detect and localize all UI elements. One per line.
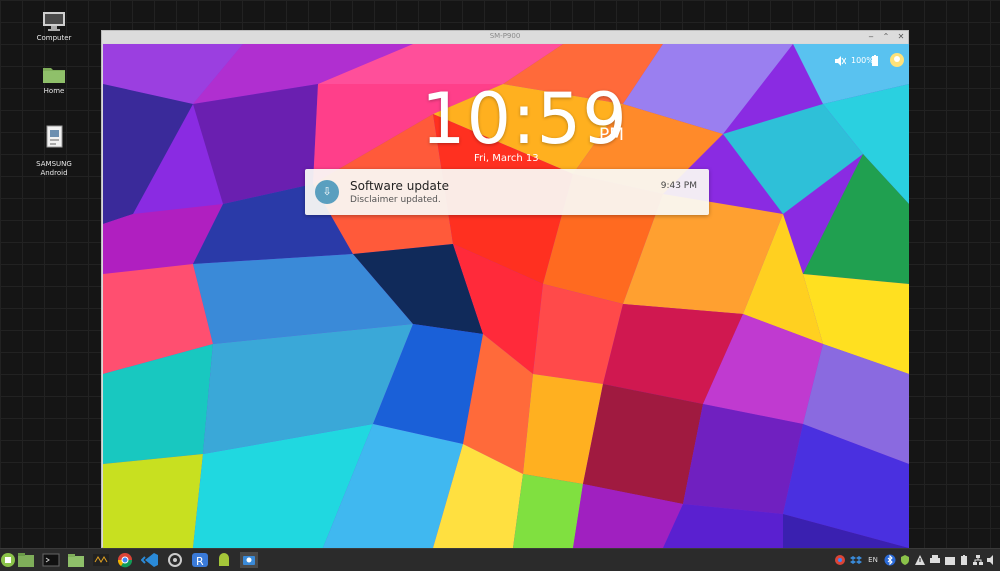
lockscreen-ampm: PM [599, 125, 624, 145]
desktop-icon-home[interactable]: Home [19, 63, 89, 96]
close-button[interactable]: ✕ [896, 32, 906, 42]
printer-icon[interactable] [929, 554, 941, 566]
bluetooth-icon[interactable] [884, 554, 896, 566]
user-avatar-icon[interactable] [890, 52, 904, 70]
keyboard-layout[interactable]: EN [866, 554, 880, 566]
battery-percent: 100% [851, 56, 874, 65]
taskbar: R EN [0, 548, 1000, 571]
maximize-button[interactable]: ⌃ [881, 32, 891, 42]
desktop-icon-label: Home [43, 87, 65, 95]
shield-icon[interactable] [899, 554, 911, 566]
window-title: SM-P900 [489, 32, 521, 40]
folder-icon [43, 68, 65, 83]
volume-icon[interactable] [986, 554, 998, 566]
wireshark-icon[interactable] [92, 552, 110, 568]
desktop-icon-samsung-android[interactable]: SAMSUNG Android [19, 116, 89, 178]
svg-text:R: R [196, 555, 204, 568]
lockscreen-date: Fri, March 13 [474, 153, 539, 164]
files-icon[interactable] [17, 552, 35, 568]
r-icon[interactable]: R [191, 552, 209, 568]
emulator-window[interactable]: SM-P900 ‒ ⌃ ✕ 100% 10:59 PM Fri, March 1… [101, 30, 909, 548]
chrome-icon[interactable] [116, 552, 134, 568]
network-icon[interactable] [972, 554, 984, 566]
folder-icon[interactable] [944, 554, 956, 566]
battery-icon[interactable] [958, 554, 970, 566]
update-icon: ⇩ [315, 180, 339, 204]
notification-title: Software update [350, 179, 449, 193]
document-icon [46, 125, 63, 148]
lockscreen-clock: 10:59 [421, 78, 628, 160]
settings-icon[interactable] [166, 552, 184, 568]
chrome-icon[interactable] [834, 554, 846, 566]
dropbox-icon[interactable] [850, 554, 862, 566]
window-titlebar[interactable]: SM-P900 ‒ ⌃ ✕ [102, 31, 908, 43]
warning-icon[interactable] [914, 554, 926, 566]
vscode-icon[interactable] [141, 552, 159, 568]
device-screen[interactable]: 100% 10:59 PM Fri, March 13 ⇩ Software u… [103, 44, 909, 548]
screenshot-icon[interactable] [240, 552, 258, 568]
notification-time: 9:43 PM [660, 181, 697, 191]
notification-text: Disclaimer updated. [350, 195, 441, 205]
desktop-icon-label: SAMSUNG Android [36, 160, 72, 177]
desktop-icon-computer[interactable]: Computer [19, 10, 89, 43]
folder-icon[interactable] [67, 552, 85, 568]
minimize-button[interactable]: ‒ [866, 32, 876, 42]
notification-card[interactable]: ⇩ Software update Disclaimer updated. 9:… [305, 169, 709, 215]
battery-icon [872, 55, 878, 68]
mint-menu-icon[interactable] [0, 552, 18, 568]
monitor-icon [43, 12, 65, 31]
android-icon[interactable] [215, 552, 233, 568]
terminal-icon[interactable] [42, 552, 60, 568]
desktop-icon-label: Computer [36, 34, 72, 42]
mute-icon [834, 56, 847, 68]
